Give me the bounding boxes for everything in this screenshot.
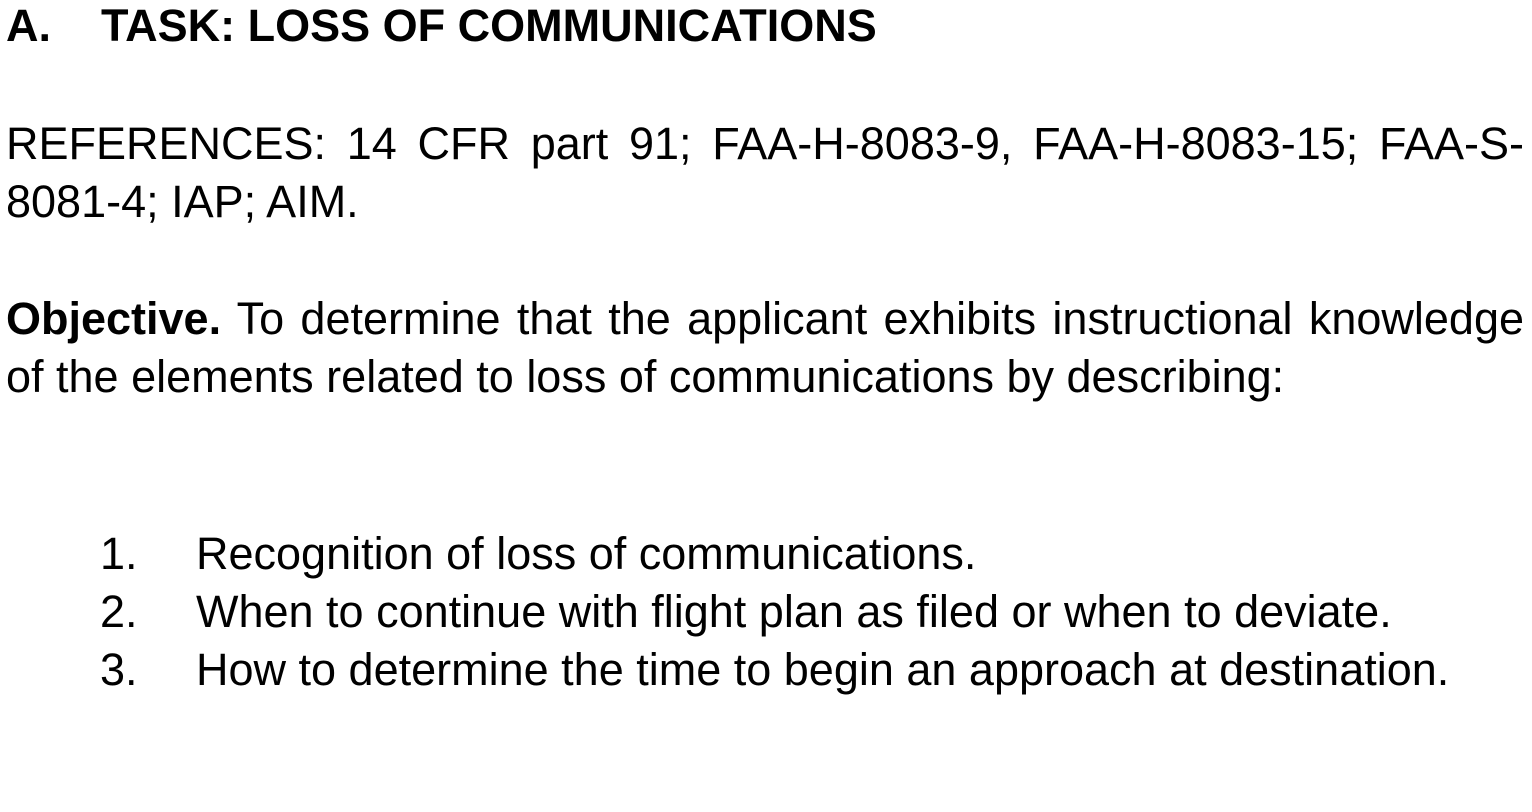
list-item: 3. How to determine the time to begin an… [6, 641, 1524, 699]
list-item: 1. Recognition of loss of communications… [6, 525, 1524, 583]
list-item: 2. When to continue with flight plan as … [6, 583, 1524, 641]
list-item-number: 2. [100, 586, 138, 637]
list-item-text: How to determine the time to begin an ap… [196, 644, 1450, 695]
task-heading: A. TASK: LOSS OF COMMUNICATIONS [6, 0, 877, 55]
task-letter: A. [6, 0, 51, 51]
list-item-text: When to continue with flight plan as fil… [196, 586, 1392, 637]
objective-label: Objective. [6, 293, 222, 344]
list-item-number: 1. [100, 528, 138, 579]
task-title: TASK: LOSS OF COMMUNICATIONS [101, 0, 877, 51]
list-item-number: 3. [100, 644, 138, 695]
objective-text: To determine that the applicant exhibits… [6, 293, 1524, 402]
list-item-text: Recognition of loss of communications. [196, 528, 977, 579]
elements-list: 1. Recognition of loss of communications… [6, 525, 1524, 699]
references-paragraph: REFERENCES: 14 CFR part 91; FAA-H-8083-9… [6, 118, 1524, 227]
objective-paragraph: Objective. To determine that the applica… [6, 290, 1524, 406]
